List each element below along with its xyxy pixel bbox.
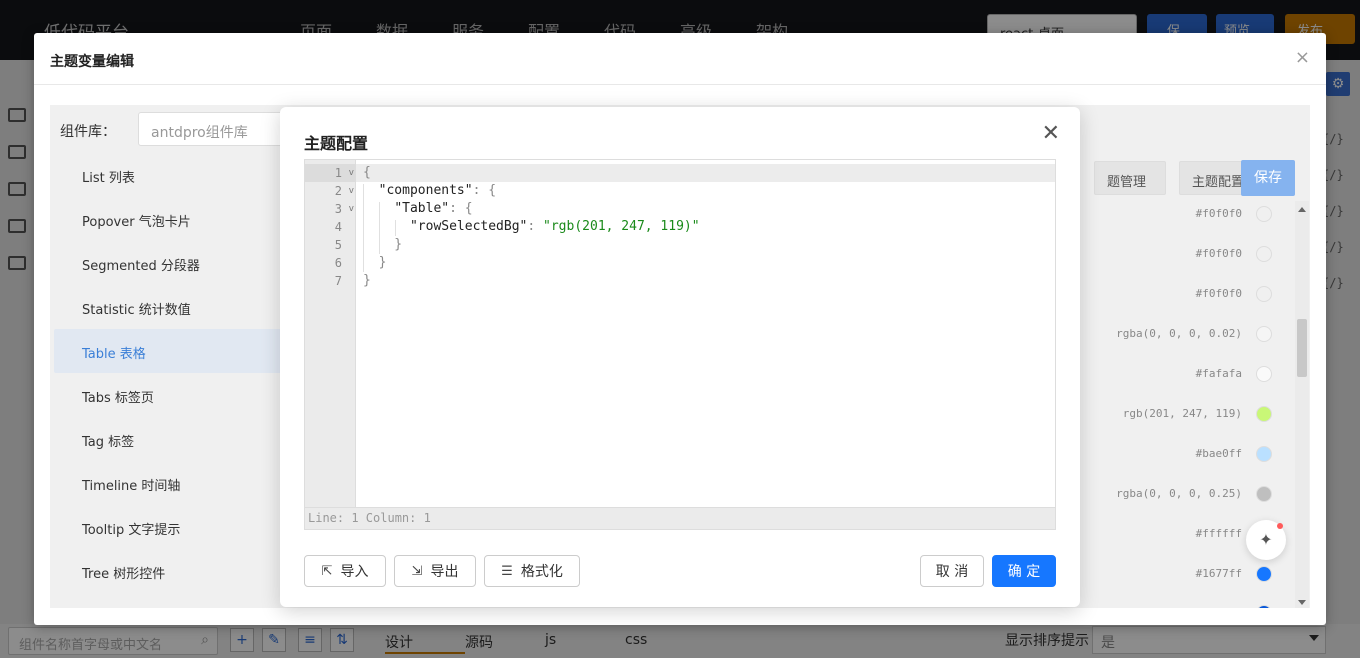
scroll-up-icon[interactable] <box>1298 207 1306 212</box>
component-item[interactable]: Tooltip 文字提示 <box>54 505 294 549</box>
line-number: 3v <box>334 202 354 216</box>
variable-row: #f0f0f0 <box>1080 285 1280 305</box>
color-swatch[interactable] <box>1256 605 1272 608</box>
code-line: { <box>363 165 371 180</box>
line-number: 4 <box>334 220 342 234</box>
export-label: 导出 <box>430 564 459 580</box>
color-swatch[interactable] <box>1256 286 1272 302</box>
variable-value: #f0f0f0 <box>1195 287 1242 300</box>
variable-row: rgba(0, 0, 0, 0.25) <box>1080 485 1280 505</box>
variable-value: #1677ff <box>1195 567 1242 580</box>
component-item[interactable]: Tag 标签 <box>54 417 294 461</box>
library-select[interactable]: antdpro组件库 <box>138 112 298 146</box>
variable-value: #bae0ff <box>1195 447 1242 460</box>
line-number: 1v <box>305 164 356 182</box>
component-item-active[interactable]: Table 表格 <box>54 329 294 373</box>
line-number: 5 <box>334 238 342 252</box>
component-item[interactable]: Segmented 分段器 <box>54 241 294 285</box>
variable-row: #f0f0f0 <box>1080 205 1280 225</box>
variable-row: #fafafa <box>1080 365 1280 385</box>
component-item[interactable]: Timeline 时间轴 <box>54 461 294 505</box>
code-line: } <box>363 255 387 270</box>
variable-value: #f0f0f0 <box>1195 207 1242 220</box>
modal-title: 主题变量编辑 <box>50 54 134 70</box>
scroll-down-icon[interactable] <box>1298 600 1306 605</box>
json-editor[interactable]: 1v 2v 3v 4 5 6 7 { "components": { "Tabl… <box>304 159 1056 530</box>
scrollbar-thumb[interactable] <box>1297 319 1307 377</box>
variable-row: #f0f0f0 <box>1080 245 1280 265</box>
code-line: "components": { <box>378 183 497 198</box>
export-button[interactable]: ⇲ 导出 <box>394 555 476 587</box>
component-item[interactable]: Popover 气泡卡片 <box>54 197 294 241</box>
code-content: { "components": { "Table": { "rowSelecte… <box>363 164 700 290</box>
import-icon: ⇱ <box>321 563 333 579</box>
variable-value: #0958d9 <box>1196 606 1242 608</box>
cancel-label: 取 消 <box>935 564 969 580</box>
color-swatch[interactable] <box>1256 486 1272 502</box>
color-swatch[interactable] <box>1256 206 1272 222</box>
variable-row: #bae0ff <box>1080 445 1280 465</box>
theme-config-dialog: 主题配置 ✕ 1v 2v 3v 4 5 6 7 { "components": … <box>280 107 1080 607</box>
variable-row: #1677ff <box>1080 565 1280 585</box>
line-gutter: 1v 2v 3v 4 5 6 7 <box>305 160 356 508</box>
format-label: 格式化 <box>520 564 563 580</box>
theme-save-button[interactable]: 保存 <box>1241 160 1295 196</box>
json-string: "rgb(201, 247, 119)" <box>543 219 700 234</box>
library-label: 组件库： <box>60 124 116 140</box>
variable-row: rgb(201, 247, 119) <box>1080 405 1280 425</box>
code-line: } <box>363 273 371 288</box>
variable-value: #ffffff <box>1195 527 1242 540</box>
color-swatch[interactable] <box>1256 566 1272 582</box>
dialog-title: 主题配置 <box>304 134 369 153</box>
code-line: "rowSelectedBg": "rgb(201, 247, 119)" <box>409 219 700 234</box>
import-label: 导入 <box>340 564 369 580</box>
scrollbar[interactable] <box>1295 201 1309 608</box>
fold-icon: v <box>348 204 354 214</box>
variable-value: #fafafa <box>1195 367 1242 380</box>
color-swatch[interactable] <box>1256 326 1272 342</box>
color-swatch[interactable] <box>1256 406 1272 422</box>
tab-theme-manage[interactable]: 题管理 <box>1094 161 1166 195</box>
ok-label: 确 定 <box>1007 564 1041 580</box>
component-list: List 列表 Popover 气泡卡片 Segmented 分段器 Stati… <box>54 153 294 593</box>
close-icon[interactable]: ✕ <box>1042 123 1060 145</box>
component-item[interactable]: List 列表 <box>54 153 294 197</box>
json-key: "Table" <box>394 201 450 216</box>
export-icon: ⇲ <box>411 563 423 579</box>
cancel-button[interactable]: 取 消 <box>920 555 984 587</box>
variable-value: #f0f0f0 <box>1195 247 1242 260</box>
component-item[interactable]: Statistic 统计数值 <box>54 285 294 329</box>
color-swatch[interactable] <box>1256 366 1272 382</box>
import-button[interactable]: ⇱ 导入 <box>304 555 386 587</box>
color-swatch[interactable] <box>1256 246 1272 262</box>
code-line: } <box>363 237 403 252</box>
line-number: 6 <box>334 256 342 270</box>
variable-row: rgba(0, 0, 0, 0.02) <box>1080 325 1280 345</box>
divider <box>34 84 1326 85</box>
variable-row: #0958d9 <box>1080 604 1280 608</box>
close-icon[interactable]: × <box>1295 47 1310 68</box>
json-key: "rowSelectedBg" <box>409 219 528 234</box>
json-key: "components" <box>378 183 473 198</box>
editor-status: Line: 1 Column: 1 <box>305 507 1055 529</box>
format-button[interactable]: ☰ 格式化 <box>484 555 580 587</box>
color-swatch[interactable] <box>1256 446 1272 462</box>
line-number: 7 <box>334 274 342 288</box>
align-left-icon: ☰ <box>501 563 513 579</box>
code-line: "Table": { <box>394 201 473 216</box>
notification-dot <box>1277 523 1283 529</box>
fold-icon: v <box>348 168 354 178</box>
variable-value: rgba(0, 0, 0, 0.02) <box>1116 327 1242 340</box>
fold-icon: v <box>348 186 354 196</box>
variable-value: rgb(201, 247, 119) <box>1122 407 1242 420</box>
component-item[interactable]: Tabs 标签页 <box>54 373 294 417</box>
line-number: 2v <box>334 184 354 198</box>
variable-value: rgba(0, 0, 0, 0.25) <box>1116 487 1242 500</box>
component-item[interactable]: Tree 树形控件 <box>54 549 294 593</box>
ok-button[interactable]: 确 定 <box>992 555 1056 587</box>
